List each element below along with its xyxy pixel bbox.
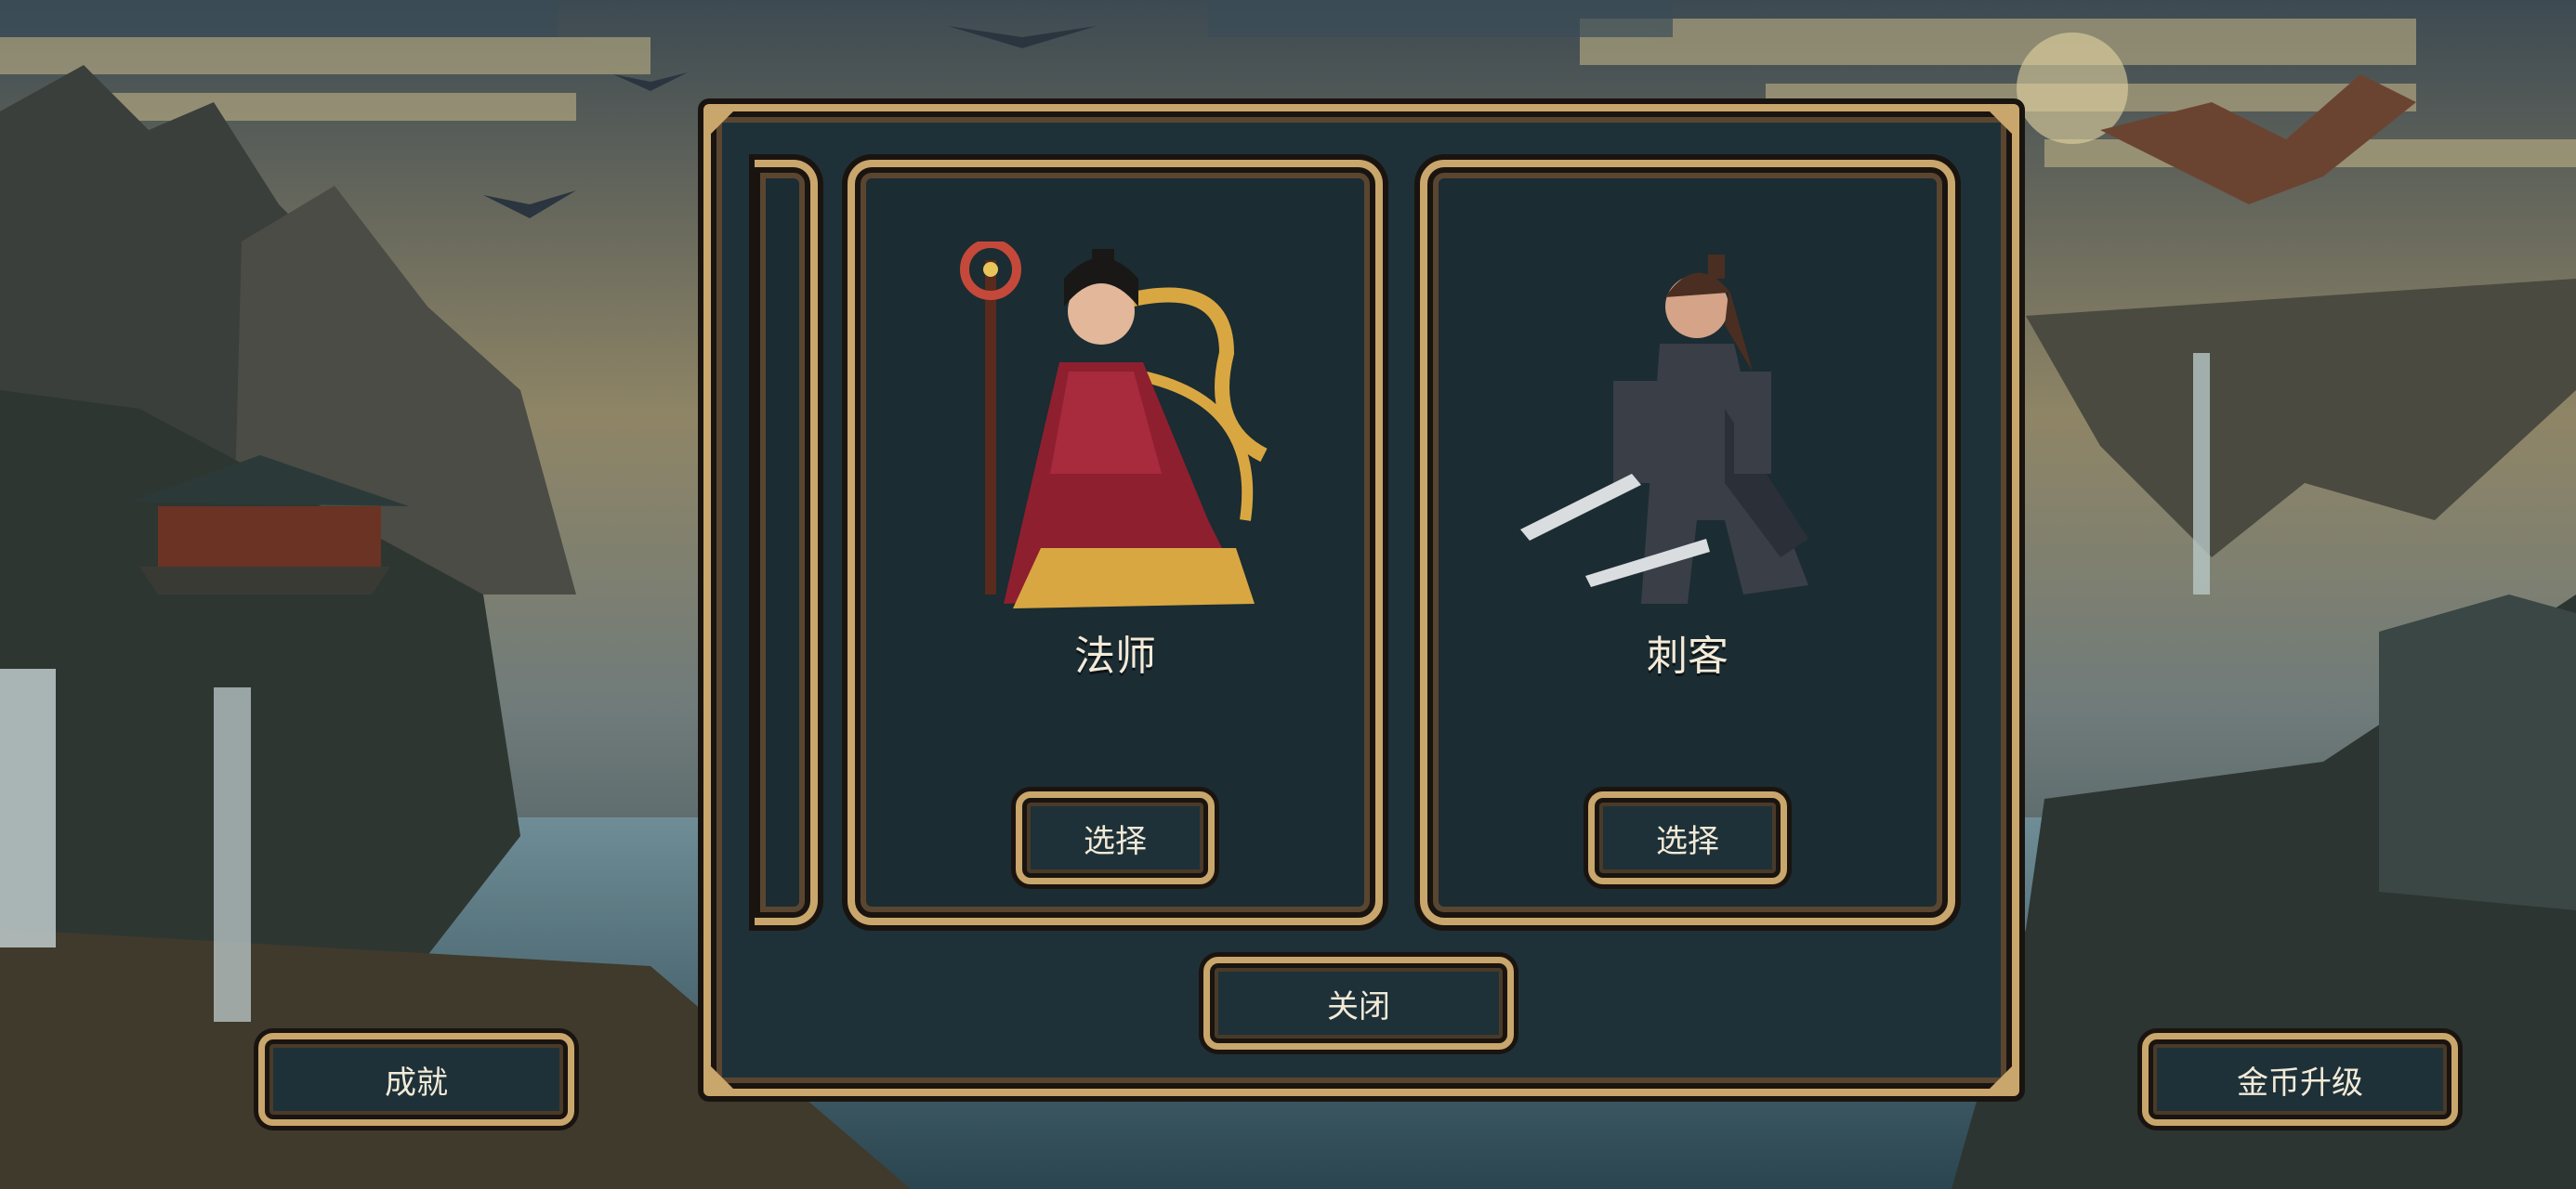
- character-card-assassin[interactable]: 刺客 选择: [1420, 160, 1955, 925]
- corner-ornament-icon: [1988, 110, 2014, 136]
- character-card-partial[interactable]: [755, 160, 818, 925]
- corner-ornament-icon: [709, 110, 735, 136]
- gold-upgrade-button[interactable]: 金币升级: [2142, 1033, 2458, 1126]
- character-card-mage[interactable]: 法师 选择: [848, 160, 1383, 925]
- mage-portrait-icon: [929, 242, 1301, 632]
- corner-ornament-icon: [1988, 1065, 2014, 1091]
- select-assassin-button[interactable]: 选择: [1588, 791, 1787, 884]
- corner-ornament-icon: [709, 1065, 735, 1091]
- select-mage-button[interactable]: 选择: [1016, 791, 1215, 884]
- card-title: 法师: [1074, 633, 1156, 680]
- assassin-portrait-icon: [1502, 242, 1873, 632]
- achievements-button[interactable]: 成就: [258, 1033, 574, 1126]
- card-title: 刺客: [1647, 633, 1728, 680]
- close-button[interactable]: 关闭: [1203, 957, 1514, 1050]
